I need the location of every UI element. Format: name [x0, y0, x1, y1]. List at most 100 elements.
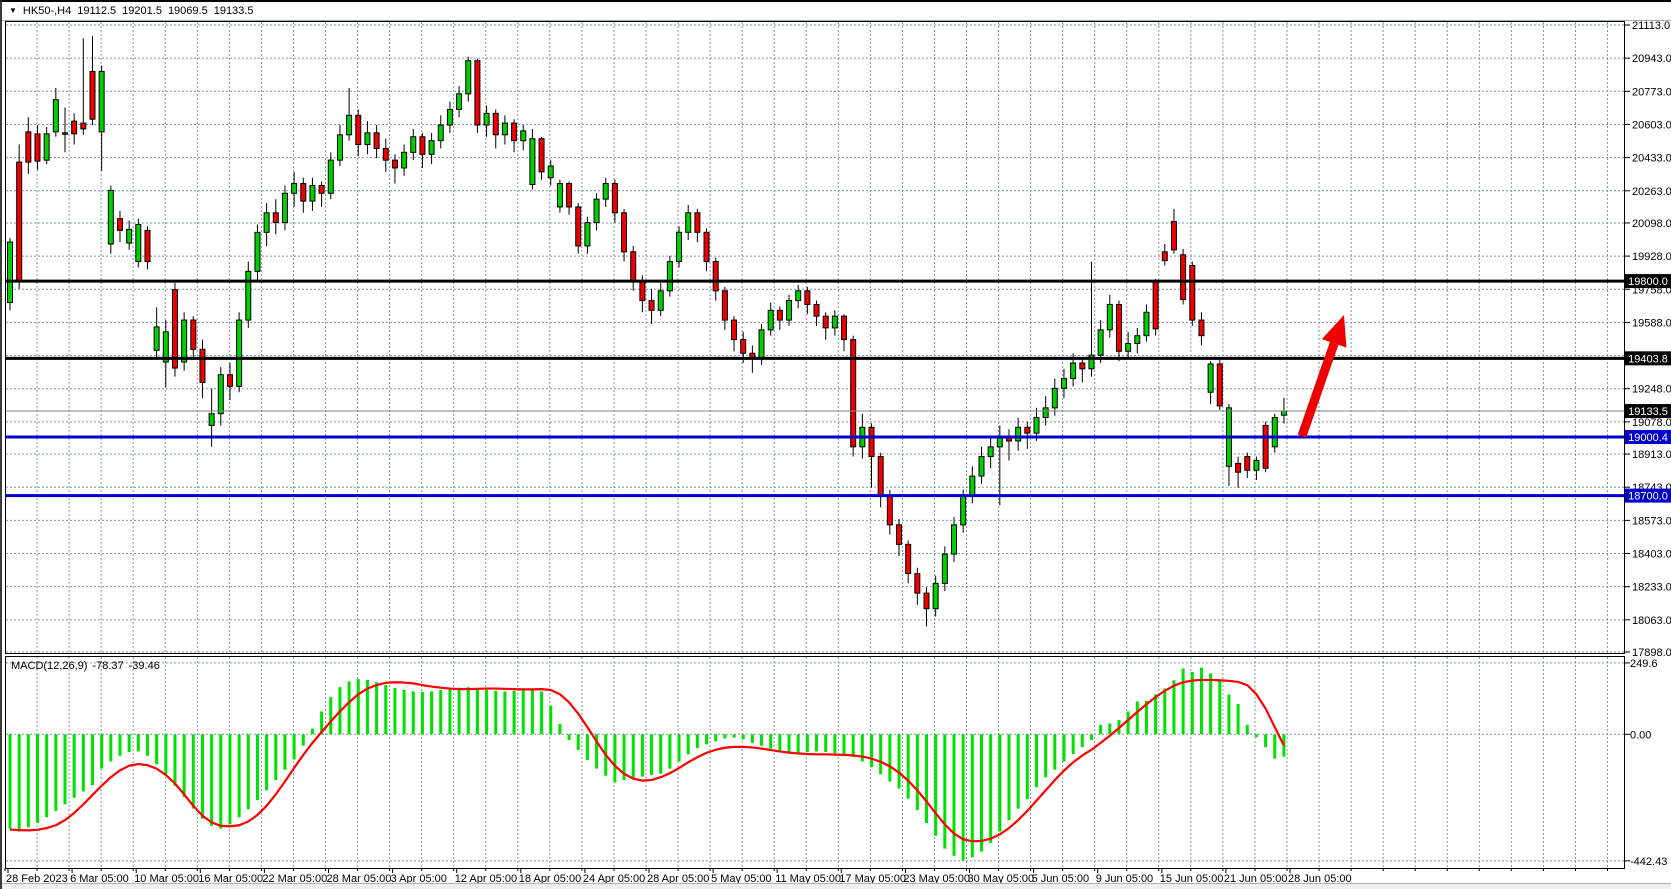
bear-candle: [227, 375, 232, 387]
bear-candle: [823, 316, 828, 328]
bull-candle: [127, 229, 132, 243]
bull-candle: [667, 262, 672, 291]
bull-candle: [62, 133, 67, 134]
bull-candle: [1272, 418, 1277, 447]
svg-text:20098.0: 20098.0: [1632, 218, 1671, 230]
svg-text:18573.0: 18573.0: [1632, 515, 1671, 527]
bull-candle: [1052, 388, 1057, 408]
bull-candle: [1208, 364, 1213, 392]
macd-indicator-label: MACD(12,26,9) -78.37 -39.46: [11, 660, 160, 672]
bear-candle: [649, 301, 654, 311]
bear-candle: [897, 525, 902, 545]
bear-candle: [1116, 304, 1121, 351]
bear-candle: [1190, 265, 1195, 320]
bull-candle: [942, 554, 947, 583]
bear-candle: [722, 291, 727, 320]
bear-candle: [576, 207, 581, 246]
bear-candle: [777, 310, 782, 320]
ohlc-high: 19201.5: [122, 5, 162, 17]
bear-candle: [805, 291, 810, 305]
bear-candle: [301, 184, 306, 202]
bull-candle: [787, 301, 792, 321]
bear-candle: [383, 148, 388, 160]
svg-text:19928.0: 19928.0: [1632, 251, 1671, 263]
macd-histogram: [9, 668, 1286, 861]
bear-candle: [17, 162, 22, 281]
bear-candle: [356, 115, 361, 144]
bull-candle: [832, 316, 837, 328]
time-axis: 28 Feb 20236 Mar 05:0010 Mar 05:0016 Mar…: [2, 868, 1671, 889]
bear-candle: [1080, 363, 1085, 369]
svg-text:19000.4: 19000.4: [1628, 432, 1668, 444]
svg-text:20433.0: 20433.0: [1632, 153, 1671, 165]
bull-candle: [759, 330, 764, 359]
bull-candle: [154, 327, 159, 350]
mt4-chart-window: ▼ HK50-,H4 19112.5 19201.5 19069.5 19133…: [0, 0, 1671, 889]
bear-candle: [81, 123, 86, 129]
bull-candle: [447, 109, 452, 125]
bull-candle: [347, 115, 352, 135]
svg-text:19800.0: 19800.0: [1628, 276, 1668, 288]
bull-candle: [328, 160, 333, 193]
bull-candle: [365, 133, 370, 145]
bear-candle: [200, 349, 205, 382]
bear-candle: [741, 340, 746, 354]
bear-candle: [1181, 255, 1186, 300]
bear-candle: [622, 213, 627, 252]
trend-arrow[interactable]: [1302, 315, 1346, 436]
bull-candle: [1098, 330, 1103, 355]
bull-candle: [8, 242, 13, 302]
bear-candle: [842, 316, 847, 339]
svg-text:249.6: 249.6: [1630, 658, 1658, 670]
bull-candle: [502, 123, 507, 135]
bear-candle: [612, 184, 617, 213]
bear-candle: [539, 139, 544, 172]
bear-candle: [1025, 427, 1030, 433]
bull-candle: [466, 61, 471, 94]
bear-candle: [35, 134, 40, 161]
bear-candle: [704, 232, 709, 261]
bull-candle: [44, 134, 49, 160]
bull-candle: [521, 131, 526, 141]
bull-candle: [970, 476, 975, 496]
price-badge-19000.4: 19000.4: [1625, 430, 1671, 444]
svg-text:18913.0: 18913.0: [1632, 449, 1671, 461]
bear-candle: [512, 123, 517, 141]
bear-candle: [145, 230, 150, 261]
bull-candle: [438, 125, 443, 141]
bull-candle: [686, 213, 691, 233]
bear-candle: [1245, 457, 1250, 471]
pane-borders: [2, 21, 1671, 869]
bull-candle: [961, 496, 966, 525]
bull-candle: [310, 186, 315, 202]
bull-candle: [1254, 460, 1259, 470]
bear-candle: [117, 219, 122, 231]
svg-text:21113.0: 21113.0: [1632, 20, 1670, 32]
bull-candle: [1034, 418, 1039, 434]
bull-candle: [484, 113, 489, 125]
price-badge-18700.0: 18700.0: [1625, 489, 1671, 503]
bull-candle: [997, 437, 1002, 447]
bull-candle: [1071, 363, 1076, 379]
macd-signal-value: -39.46: [129, 660, 160, 672]
bull-candle: [594, 199, 599, 222]
ohlc-low: 19069.5: [168, 5, 208, 17]
bear-candle: [851, 340, 856, 447]
collapse-chart-icon[interactable]: ▼: [9, 6, 17, 15]
bull-candle: [796, 291, 801, 301]
macd-title: MACD(12,26,9): [11, 660, 87, 672]
bear-candle: [172, 290, 177, 368]
bear-candle: [374, 133, 379, 149]
bull-candle: [951, 525, 956, 554]
bull-candle: [182, 320, 187, 362]
bull-candle: [429, 141, 434, 155]
bull-candle: [136, 225, 141, 262]
bull-candle: [218, 375, 223, 414]
bear-candle: [878, 457, 883, 496]
bull-candle: [99, 71, 104, 131]
bear-candle: [713, 262, 718, 291]
bull-candle: [1126, 343, 1131, 351]
chart-canvas[interactable]: 21113.020943.020773.020603.020433.020263…: [2, 2, 1671, 889]
bull-candle: [603, 184, 608, 200]
bear-candle: [1217, 364, 1222, 406]
